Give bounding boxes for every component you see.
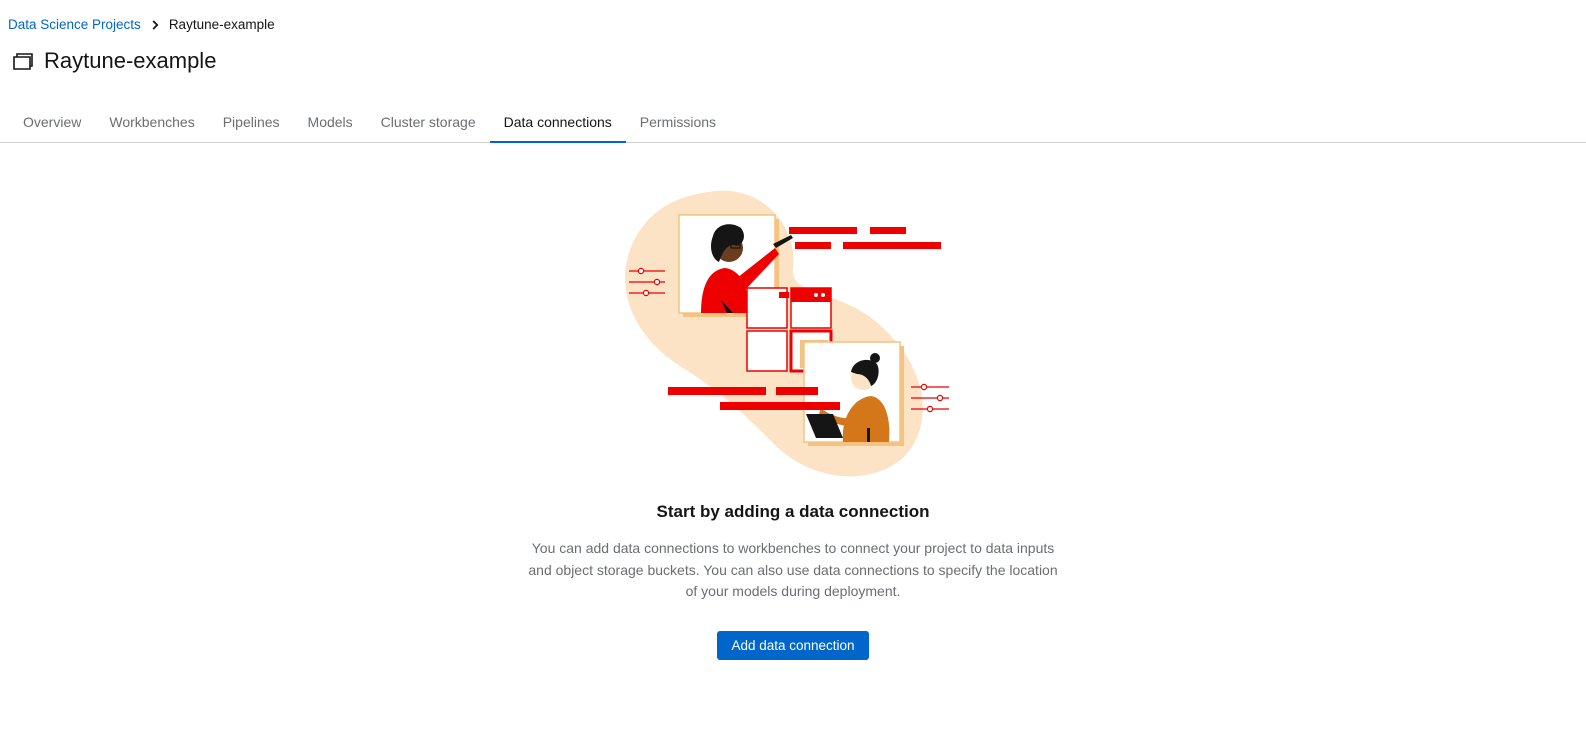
tab-workbenches[interactable]: Workbenches	[95, 103, 208, 142]
project-icon	[12, 50, 34, 72]
tab-models[interactable]: Models	[294, 103, 367, 142]
breadcrumb: Data Science Projects Raytune-example	[8, 17, 275, 32]
tab-overview[interactable]: Overview	[9, 103, 95, 142]
tab-pipelines[interactable]: Pipelines	[209, 103, 294, 142]
tabs: Overview Workbenches Pipelines Models Cl…	[0, 103, 1586, 143]
tab-data-connections[interactable]: Data connections	[489, 103, 626, 143]
data-connection-illustration	[625, 190, 949, 477]
page: Data Science Projects Raytune-example Ra…	[0, 0, 1586, 752]
tab-cluster-storage[interactable]: Cluster storage	[367, 103, 490, 142]
page-header: Raytune-example	[12, 48, 216, 74]
tab-permissions[interactable]: Permissions	[626, 103, 730, 142]
empty-state-title: Start by adding a data connection	[656, 502, 930, 521]
tab-list: Overview Workbenches Pipelines Models Cl…	[0, 103, 1586, 143]
page-title: Raytune-example	[44, 48, 217, 73]
breadcrumb-link-projects[interactable]: Data Science Projects	[8, 17, 141, 32]
empty-state-body: You can add data connections to workbenc…	[528, 540, 1058, 599]
breadcrumb-current: Raytune-example	[168, 17, 275, 32]
chevron-right-icon	[152, 19, 159, 30]
add-data-connection-button[interactable]: Add data connection	[717, 630, 869, 660]
empty-state: Start by adding a data connection You ca…	[0, 188, 1586, 660]
